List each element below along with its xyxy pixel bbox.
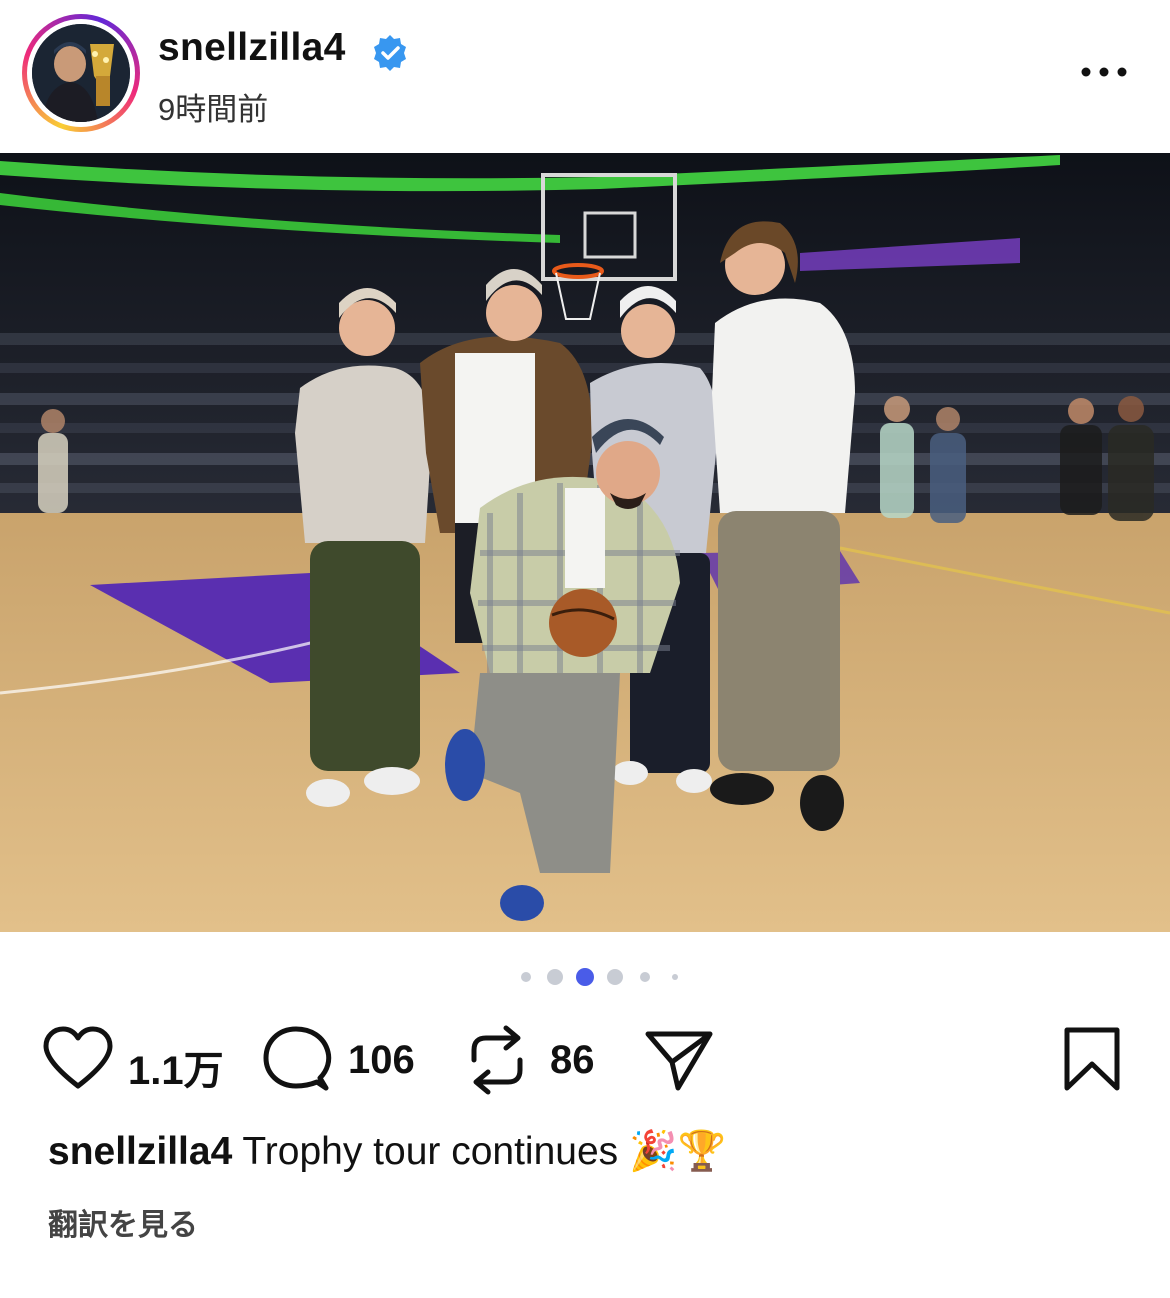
- comment-count[interactable]: 106: [348, 1038, 415, 1083]
- translate-link[interactable]: 翻訳を見る: [48, 1200, 198, 1244]
- post-caption: snellzilla4 Trophy tour continues 🎉🏆: [48, 1128, 726, 1174]
- post-header: snellzilla4 9時間前: [0, 0, 1170, 150]
- heart-icon[interactable]: [42, 1026, 114, 1092]
- repost-count[interactable]: 86: [550, 1038, 595, 1083]
- caption-emojis: 🎉🏆: [629, 1130, 727, 1173]
- share-icon[interactable]: [644, 1028, 714, 1092]
- carousel-dot[interactable]: [672, 974, 678, 980]
- comment-icon[interactable]: [262, 1026, 332, 1092]
- avatar-photo: [32, 24, 130, 122]
- group-photo-basketball-court: [0, 153, 1170, 932]
- avatar[interactable]: [32, 24, 130, 122]
- verified-icon: [374, 35, 406, 71]
- carousel-dot[interactable]: [607, 969, 623, 985]
- more-icon[interactable]: [1078, 58, 1130, 86]
- bookmark-icon[interactable]: [1062, 1026, 1122, 1094]
- action-bar: 1.1万 106 86: [0, 1020, 1170, 1100]
- like-count[interactable]: 1.1万: [128, 1038, 224, 1096]
- carousel-dot[interactable]: [547, 969, 563, 985]
- post-photo[interactable]: [0, 153, 1170, 932]
- caption-text: Trophy tour continues: [232, 1130, 629, 1173]
- carousel-dot-active[interactable]: [576, 968, 594, 986]
- carousel-dot[interactable]: [640, 972, 650, 982]
- repost-icon[interactable]: [466, 1024, 528, 1096]
- carousel-dot[interactable]: [521, 972, 531, 982]
- caption-username[interactable]: snellzilla4: [48, 1130, 232, 1173]
- post-username[interactable]: snellzilla4: [158, 26, 346, 70]
- story-ring[interactable]: [22, 14, 140, 132]
- carousel-indicator: [521, 968, 678, 986]
- post-time: 9時間前: [158, 92, 269, 127]
